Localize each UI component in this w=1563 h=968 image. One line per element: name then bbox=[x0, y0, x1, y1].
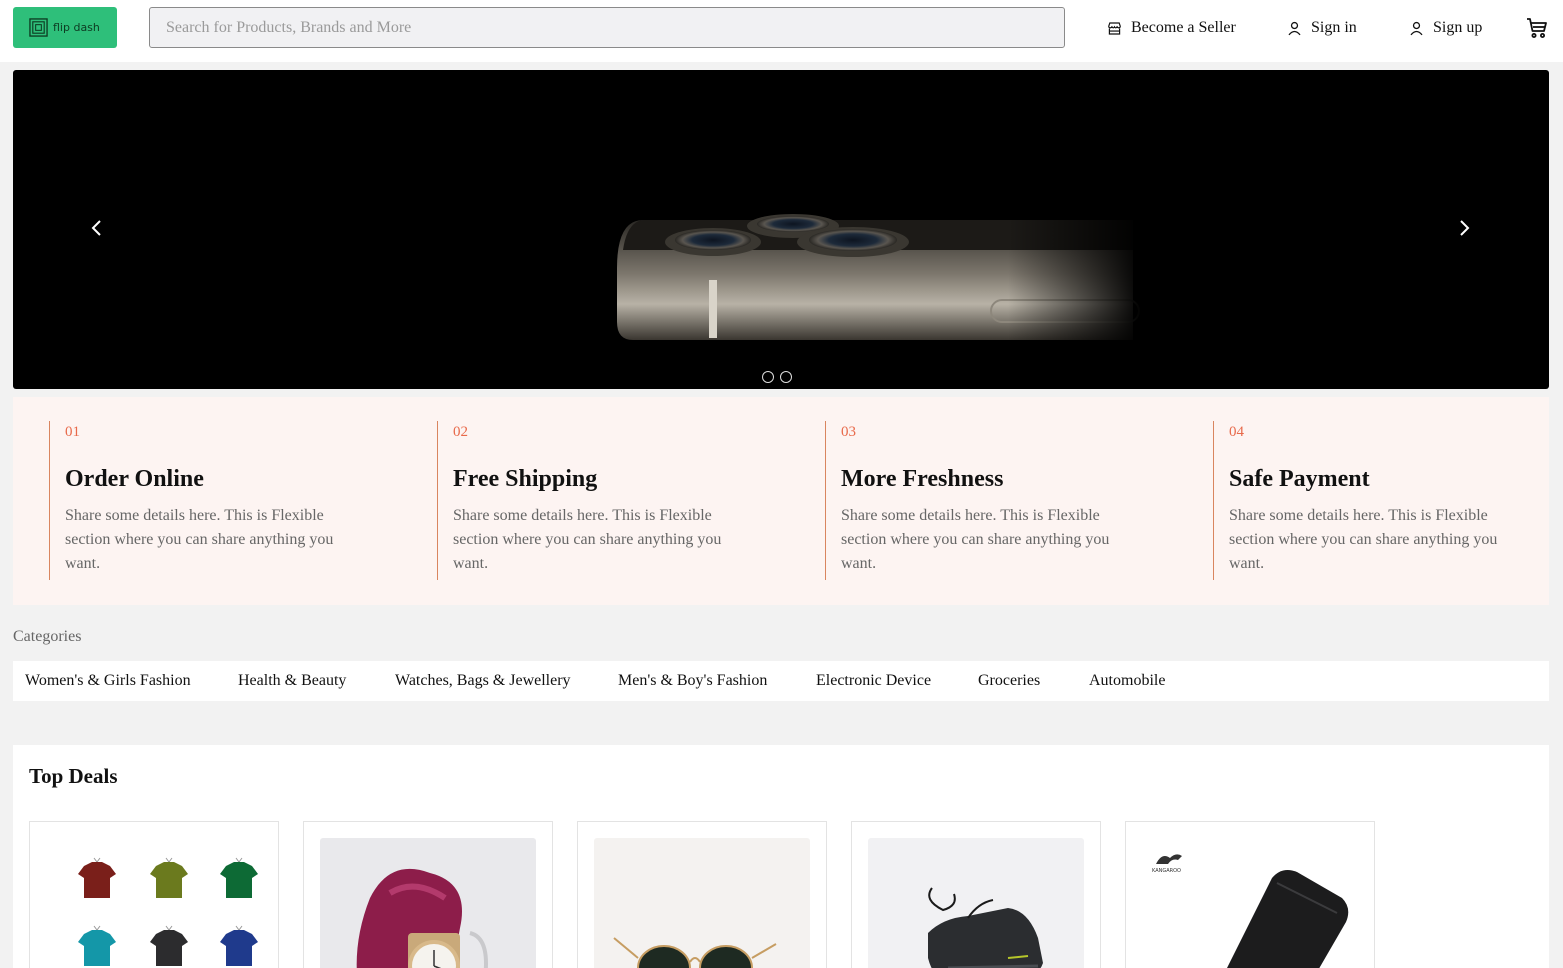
feature-number: 01 bbox=[65, 424, 80, 440]
features-section: 01 Order Online Share some details here.… bbox=[13, 397, 1549, 605]
logo-icon bbox=[29, 18, 48, 37]
sneaker-image bbox=[868, 838, 1084, 968]
hero-carousel bbox=[13, 70, 1549, 389]
sign-in-label: Sign in bbox=[1311, 19, 1357, 36]
user-icon bbox=[1288, 21, 1301, 35]
sign-in-link[interactable]: Sign in bbox=[1286, 16, 1357, 40]
deal-card-wallet[interactable]: KANGAROO bbox=[1125, 821, 1375, 968]
sign-up-link[interactable]: Sign up bbox=[1408, 16, 1482, 40]
feature-title: More Freshness bbox=[841, 466, 1004, 492]
hero-phone-image bbox=[603, 210, 1143, 360]
feature-number: 03 bbox=[841, 424, 856, 440]
deal-card-tshirts[interactable] bbox=[29, 821, 279, 968]
brand-logo[interactable]: flip dash bbox=[13, 7, 117, 48]
category-link[interactable]: Electronic Device bbox=[816, 672, 931, 690]
feature-card: 02 Free Shipping Share some details here… bbox=[437, 421, 757, 580]
deal-card-sneaker[interactable] bbox=[851, 821, 1101, 968]
category-link[interactable]: Health & Beauty bbox=[238, 672, 346, 690]
categories-heading: Categories bbox=[13, 628, 82, 645]
carousel-dot-2[interactable] bbox=[780, 371, 792, 383]
category-link[interactable]: Groceries bbox=[978, 672, 1040, 690]
feature-description: Share some details here. This is Flexibl… bbox=[65, 507, 334, 572]
top-deals-section: Top Deals KANGAROO bbox=[13, 745, 1549, 968]
become-seller-link[interactable]: Become a Seller bbox=[1106, 16, 1236, 40]
categories-bar: Women's & Girls Fashion Health & Beauty … bbox=[13, 661, 1549, 701]
deal-card-watch[interactable] bbox=[303, 821, 553, 968]
deal-card-sunglasses[interactable] bbox=[577, 821, 827, 968]
carousel-dots bbox=[762, 371, 792, 383]
feature-description: Share some details here. This is Flexibl… bbox=[453, 507, 722, 572]
sign-up-label: Sign up bbox=[1433, 19, 1483, 36]
category-link[interactable]: Men's & Boy's Fashion bbox=[618, 672, 767, 690]
feature-title: Order Online bbox=[65, 466, 204, 492]
watch-image bbox=[320, 838, 536, 968]
category-link[interactable]: Watches, Bags & Jewellery bbox=[395, 672, 571, 690]
feature-description: Share some details here. This is Flexibl… bbox=[1229, 507, 1498, 572]
feature-description: Share some details here. This is Flexibl… bbox=[841, 507, 1110, 572]
logo-text: flip dash bbox=[53, 21, 100, 34]
feature-title: Safe Payment bbox=[1229, 466, 1370, 492]
feature-number: 04 bbox=[1229, 424, 1244, 440]
category-link[interactable]: Automobile bbox=[1089, 672, 1165, 690]
feature-card: 04 Safe Payment Share some details here.… bbox=[1213, 421, 1533, 580]
carousel-prev-icon[interactable] bbox=[85, 216, 109, 240]
tshirts-image bbox=[46, 838, 262, 968]
svg-text:KANGAROO: KANGAROO bbox=[1152, 868, 1181, 874]
wallet-image: KANGAROO bbox=[1142, 838, 1358, 968]
feature-card: 03 More Freshness Share some details her… bbox=[825, 421, 1145, 580]
tshirt-row-2 bbox=[78, 925, 258, 966]
feature-number: 02 bbox=[453, 424, 468, 440]
user-icon bbox=[1410, 21, 1423, 35]
carousel-next-icon[interactable] bbox=[1452, 216, 1476, 240]
cart-icon[interactable] bbox=[1525, 16, 1549, 40]
category-link[interactable]: Women's & Girls Fashion bbox=[25, 672, 191, 690]
store-icon bbox=[1107, 21, 1122, 35]
search-input[interactable] bbox=[149, 7, 1065, 48]
feature-card: 01 Order Online Share some details here.… bbox=[49, 421, 369, 580]
sunglasses-image bbox=[594, 838, 810, 968]
become-seller-label: Become a Seller bbox=[1131, 19, 1236, 36]
top-deals-heading: Top Deals bbox=[29, 764, 118, 788]
carousel-dot-1[interactable] bbox=[762, 371, 774, 383]
top-header: flip dash Become a Seller Sign in Sign u… bbox=[0, 0, 1563, 62]
tshirt-row-1 bbox=[78, 857, 258, 898]
feature-title: Free Shipping bbox=[453, 466, 598, 492]
